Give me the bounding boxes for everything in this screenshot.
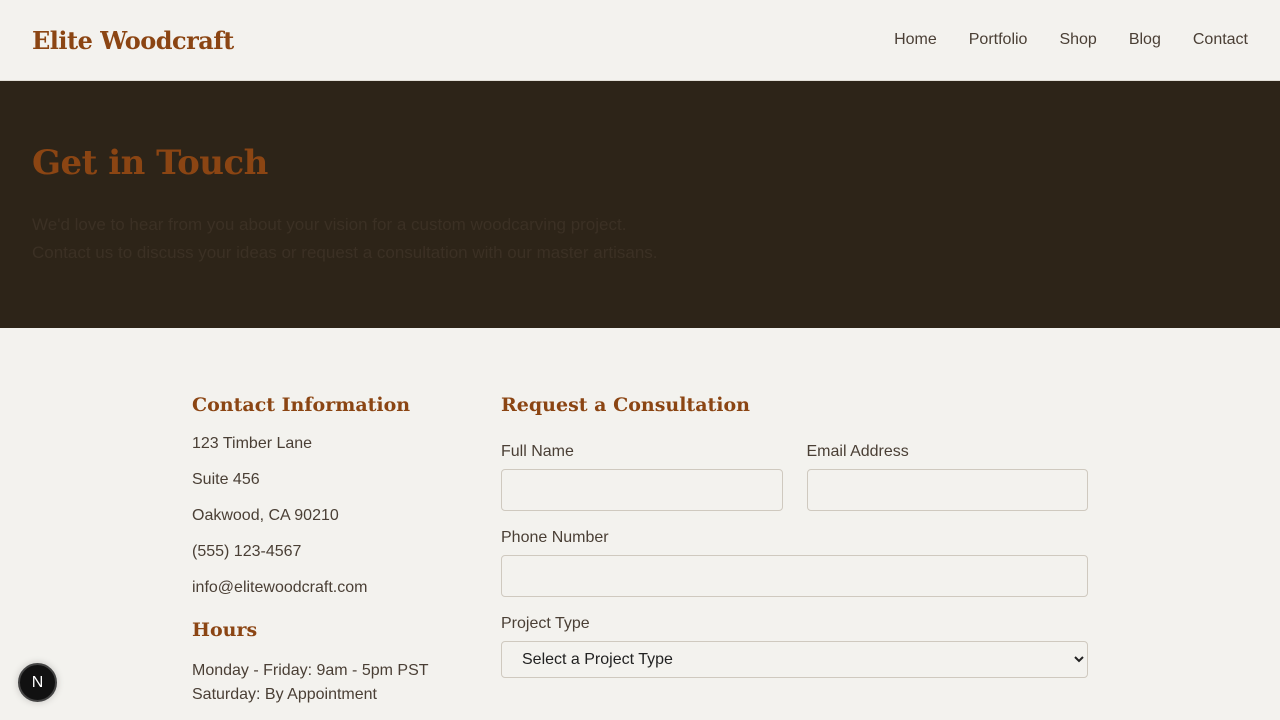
hours-weekday: Monday - Friday: 9am - 5pm PST [192,662,429,679]
form-heading: Request a Consultation [501,394,750,416]
email-input[interactable] [806,469,1088,511]
nav-portfolio[interactable]: Portfolio [969,31,1028,49]
phone-field-group: Phone Number [501,529,1088,597]
main-nav: Home Portfolio Shop Blog Contact [894,31,1248,49]
form-row-name-email: Full Name Email Address [501,443,1088,511]
site-header: Elite Woodcraft Home Portfolio Shop Blog… [0,0,1280,81]
address-line-2: Suite 456 [192,471,260,488]
full-name-input[interactable] [501,469,783,511]
nextjs-badge-icon[interactable]: N [18,663,57,702]
hero-section: Get in Touch We'd love to hear from you … [0,81,1280,328]
full-name-label: Full Name [501,443,574,460]
hero-line-1: We'd love to hear from you about your vi… [32,215,627,234]
hours-saturday: Saturday: By Appointment [192,686,377,703]
phone-label: Phone Number [501,529,609,546]
hours-info: Monday - Friday: 9am - 5pm PST Saturday:… [192,659,501,707]
nav-blog[interactable]: Blog [1129,31,1161,49]
email-field-group: Email Address [806,443,1088,511]
contact-email[interactable]: info@elitewoodcraft.com [192,578,501,597]
phone-input[interactable] [501,555,1088,597]
nav-home[interactable]: Home [894,31,937,49]
consultation-form: Request a Consultation Full Name Email A… [501,394,1088,707]
contact-info-column: Contact Information 123 Timber Lane Suit… [192,394,501,707]
project-type-label: Project Type [501,615,590,632]
hero-description: We'd love to hear from you about your vi… [32,211,732,267]
form-row-project-type: Project Type Select a Project Type [501,615,1088,678]
main-content: Contact Information 123 Timber Lane Suit… [0,328,1280,707]
contact-info: 123 Timber Lane Suite 456 Oakwood, CA 90… [192,434,501,597]
nav-shop[interactable]: Shop [1059,31,1096,49]
site-logo[interactable]: Elite Woodcraft [32,26,234,55]
contact-phone[interactable]: (555) 123-4567 [192,542,501,561]
project-type-field-group: Project Type Select a Project Type [501,615,1088,678]
email-label: Email Address [806,443,909,460]
page-title: Get in Touch [32,143,268,183]
nav-contact[interactable]: Contact [1193,31,1248,49]
address-city: Oakwood, CA 90210 [192,507,339,524]
contact-info-heading: Contact Information [192,394,411,416]
form-row-phone: Phone Number [501,529,1088,597]
full-name-field-group: Full Name [501,443,783,511]
hero-line-2: Contact us to discuss your ideas or requ… [32,243,658,262]
project-type-select[interactable]: Select a Project Type [501,641,1088,678]
address-line-1: 123 Timber Lane [192,435,313,452]
hours-heading: Hours [192,619,258,641]
